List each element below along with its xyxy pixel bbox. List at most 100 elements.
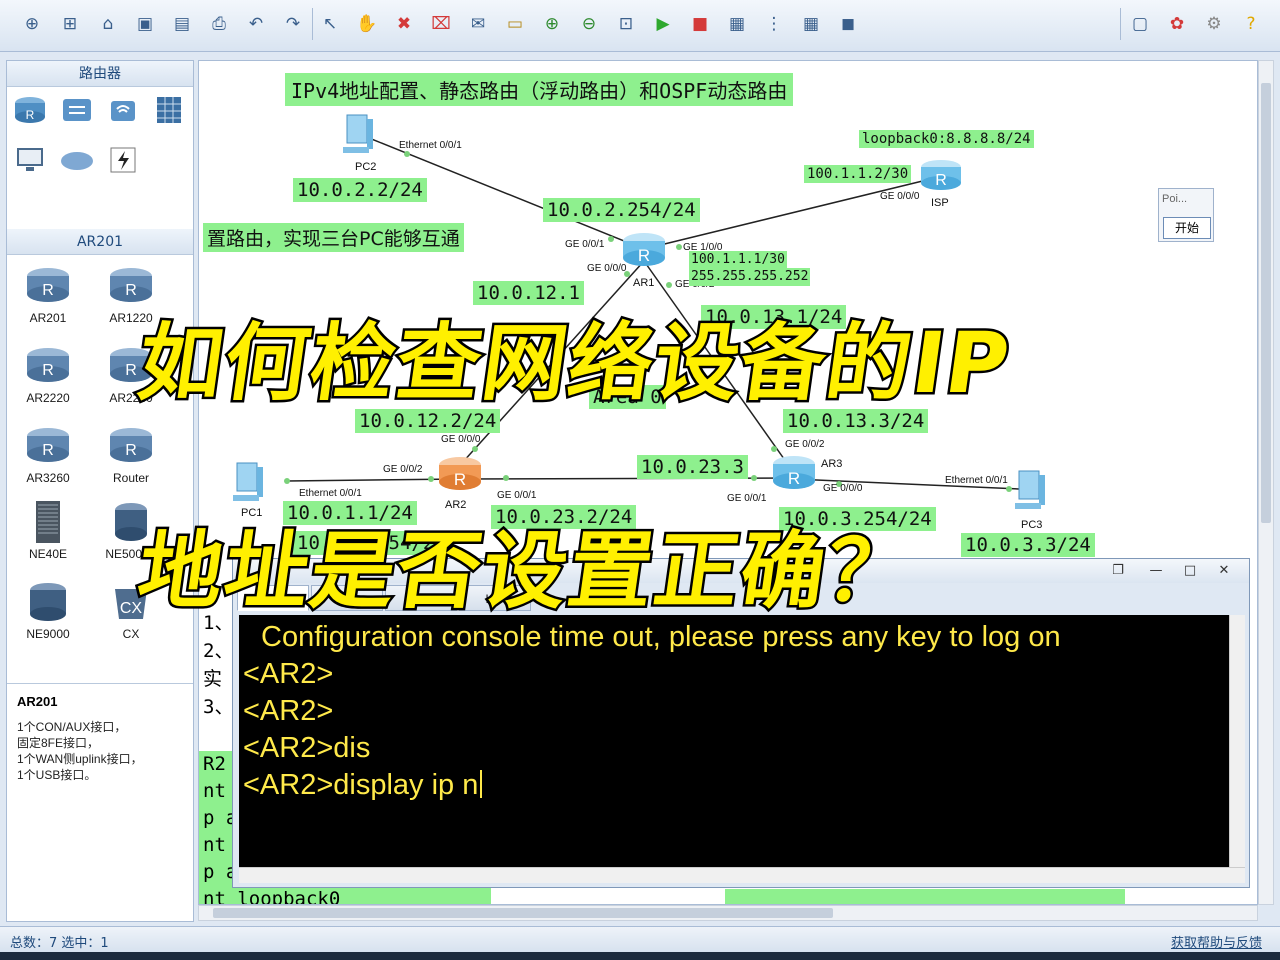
save-as-icon[interactable]: ▤ bbox=[170, 12, 194, 36]
pc-icon bbox=[1015, 470, 1045, 509]
pc3-ip-label: 10.0.3.3/24 bbox=[961, 533, 1095, 557]
select-icon[interactable]: ↖ bbox=[318, 12, 342, 36]
start-device-icon[interactable]: ▶ bbox=[651, 12, 675, 36]
terminal-input-line[interactable]: <AR2>display ip n bbox=[243, 767, 1225, 804]
firewall-category-icon[interactable] bbox=[151, 93, 187, 127]
terminal-line: <AR2>dis bbox=[243, 732, 371, 764]
canvas-title: IPv4地址配置、静态路由（浮动路由）和OSPF动态路由 bbox=[285, 73, 794, 106]
capture-icon[interactable]: ▦ bbox=[725, 12, 749, 36]
settings-gear-icon[interactable]: ⚙ bbox=[1202, 12, 1226, 36]
save-icon[interactable]: ▣ bbox=[133, 12, 157, 36]
pc2-label: PC2 bbox=[355, 161, 377, 173]
help-feedback-link[interactable]: 获取帮助与反馈 bbox=[1171, 932, 1262, 951]
pc3-device[interactable] bbox=[1011, 467, 1051, 513]
svg-text:R: R bbox=[125, 362, 137, 379]
delete-icon[interactable]: ✖ bbox=[392, 12, 416, 36]
help-icon[interactable]: ? bbox=[1239, 12, 1263, 36]
topology-icon[interactable]: ⋮ bbox=[762, 12, 786, 36]
pc2-ip-label: 10.0.2.2/24 bbox=[293, 178, 427, 202]
text-cursor bbox=[480, 770, 483, 798]
screenshot-icon[interactable]: ◼ bbox=[836, 12, 860, 36]
huawei-logo-icon[interactable]: ✿ bbox=[1165, 12, 1189, 36]
popup-title: Poi... bbox=[1162, 193, 1188, 205]
ar1-wan-mask-label: 255.255.255.252 bbox=[689, 268, 811, 286]
status-bar: 总数：7 选中：1 获取帮助与反馈 bbox=[0, 926, 1280, 952]
ar2-port-ge002: GE 0/0/2 bbox=[383, 464, 423, 475]
restore-icon[interactable]: ❐ bbox=[1103, 561, 1133, 581]
minimize-icon[interactable]: — bbox=[1141, 561, 1171, 581]
switch-category-icon[interactable] bbox=[59, 93, 95, 127]
svg-text:R: R bbox=[125, 442, 137, 459]
print-icon[interactable]: ⎙ bbox=[207, 12, 231, 36]
pc-icon bbox=[343, 114, 373, 153]
router-category-header[interactable]: 路由器 bbox=[7, 61, 193, 87]
rectangle-icon[interactable]: ▭ bbox=[503, 12, 527, 36]
description-line: 1个WAN侧uplink接口， bbox=[17, 752, 143, 766]
isp-router[interactable]: R bbox=[919, 157, 963, 193]
start-button[interactable]: 开始 bbox=[1163, 217, 1211, 239]
capture-popup: Poi... 开始 bbox=[1158, 188, 1214, 242]
terminal-horizontal-scrollbar[interactable] bbox=[239, 867, 1245, 883]
svg-text:R: R bbox=[125, 282, 137, 299]
open-icon[interactable]: ⌂ bbox=[96, 12, 120, 36]
close-icon[interactable]: ✕ bbox=[1209, 561, 1239, 581]
canvas-horizontal-scrollbar[interactable] bbox=[198, 905, 1258, 921]
svg-text:R: R bbox=[788, 469, 800, 488]
router-icon: R bbox=[623, 233, 665, 266]
device-router[interactable]: R Router bbox=[96, 425, 166, 485]
pc1-device[interactable] bbox=[229, 459, 269, 505]
terminal-output[interactable]: Configuration console time out, please p… bbox=[239, 615, 1229, 867]
terminal-line: <AR2> bbox=[243, 695, 334, 727]
pan-hand-icon[interactable]: ✋ bbox=[355, 12, 379, 36]
chat-icon[interactable]: ▢ bbox=[1128, 12, 1152, 36]
main-toolbar: ⊕ ⊞ ⌂ ▣ ▤ ⎙ ↶ ↷ ↖ ✋ ✖ ⌧ ✉ ▭ ⊕ ⊖ ⊡ ▶ ■ ▦ … bbox=[0, 0, 1280, 52]
description-line: 1个USB接口。 bbox=[17, 768, 97, 782]
device-ar201[interactable]: R AR201 bbox=[13, 265, 83, 325]
zoom-out-icon[interactable]: ⊖ bbox=[577, 12, 601, 36]
series-header[interactable]: AR201 bbox=[7, 229, 193, 255]
delete-link-icon[interactable]: ⌧ bbox=[429, 12, 453, 36]
ar1-router[interactable]: R bbox=[621, 231, 667, 269]
ar3-router[interactable]: R bbox=[771, 454, 817, 492]
terminal-vertical-scrollbar[interactable] bbox=[1229, 615, 1245, 867]
wireless-category-icon[interactable] bbox=[105, 93, 141, 127]
device-ne40e[interactable]: NE40E bbox=[13, 501, 83, 561]
svg-text:R: R bbox=[638, 246, 650, 265]
router-icon: R bbox=[24, 345, 72, 387]
svg-text:R: R bbox=[26, 108, 35, 122]
pc1-port: Ethernet 0/0/1 bbox=[299, 488, 362, 499]
fit-icon[interactable]: ⊡ bbox=[614, 12, 638, 36]
router-category-icon[interactable]: R bbox=[12, 93, 48, 127]
canvas-vertical-scrollbar[interactable] bbox=[1258, 60, 1274, 905]
maximize-icon[interactable]: □ bbox=[1175, 561, 1205, 581]
text-note-icon[interactable]: ✉ bbox=[466, 12, 490, 36]
pc-category-icon[interactable] bbox=[12, 143, 48, 177]
ar1-port-ge000: GE 0/0/0 bbox=[587, 263, 627, 274]
task-notes: 1、 2、 实 3、 bbox=[203, 612, 234, 718]
svg-text:R: R bbox=[454, 470, 466, 489]
redo-icon[interactable]: ↷ bbox=[281, 12, 305, 36]
ar1-port-ge001: GE 0/0/1 bbox=[565, 239, 605, 250]
zoom-in-icon[interactable]: ⊕ bbox=[540, 12, 564, 36]
pc-icon bbox=[233, 462, 263, 501]
ar3-port-ge000: GE 0/0/0 bbox=[823, 483, 863, 494]
isp-link-label: 100.1.1.2/30 bbox=[804, 165, 912, 183]
cloud-category-icon[interactable] bbox=[59, 143, 95, 177]
description-line: 1个CON/AUX接口， bbox=[17, 720, 127, 734]
isp-port: GE 0/0/0 bbox=[880, 191, 920, 202]
stop-device-icon[interactable]: ■ bbox=[688, 12, 712, 36]
task-note: 置路由，实现三台PC能够互通 bbox=[203, 223, 464, 252]
device-panel: 路由器 R AR201 R AR201 R AR1220 R AR2220 R … bbox=[6, 60, 194, 922]
device-ar2220[interactable]: R AR2220 bbox=[13, 345, 83, 405]
grid-icon[interactable]: ▦ bbox=[799, 12, 823, 36]
pc2-device[interactable] bbox=[339, 111, 379, 157]
new-project-icon[interactable]: ⊞ bbox=[58, 12, 82, 36]
device-ar3260[interactable]: R AR3260 bbox=[13, 425, 83, 485]
undo-icon[interactable]: ↶ bbox=[244, 12, 268, 36]
device-ne9000[interactable]: NE9000 bbox=[13, 581, 83, 641]
link-category-icon[interactable] bbox=[105, 143, 141, 177]
new-topology-icon[interactable]: ⊕ bbox=[20, 12, 44, 36]
ar2-router[interactable]: R bbox=[437, 455, 483, 493]
loopback-label: loopback0:8.8.8.8/24 bbox=[859, 130, 1034, 148]
router-icon: R bbox=[439, 457, 481, 490]
